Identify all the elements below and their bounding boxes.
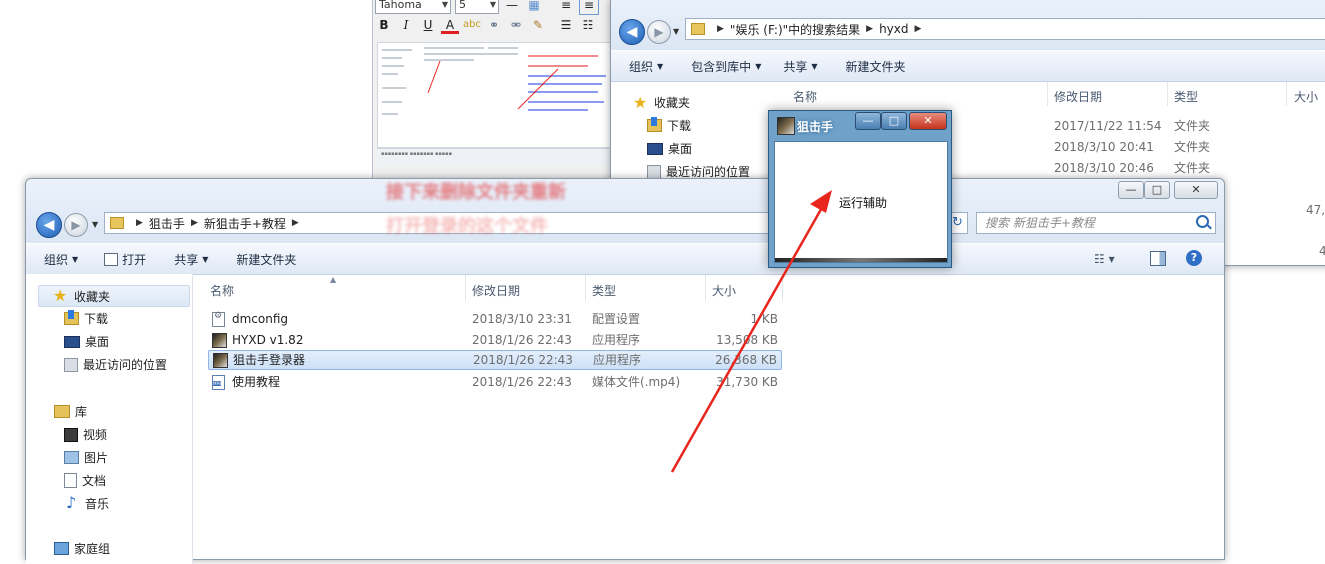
arrow-shaft — [670, 203, 826, 473]
arrow-head — [810, 190, 832, 213]
annotation-arrow — [670, 190, 832, 473]
